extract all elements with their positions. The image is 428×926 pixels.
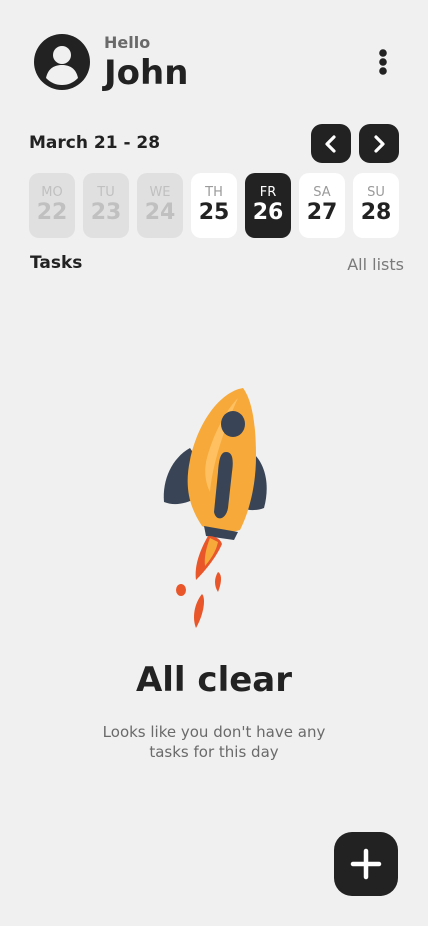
header: Hello John bbox=[33, 33, 395, 93]
day-tuesday[interactable]: TU 23 bbox=[83, 173, 129, 238]
day-name: SA bbox=[313, 185, 331, 200]
day-thursday[interactable]: TH 25 bbox=[191, 173, 237, 238]
plus-icon bbox=[350, 848, 382, 880]
previous-week-button[interactable] bbox=[311, 124, 351, 163]
day-date: 26 bbox=[252, 200, 284, 225]
day-name: SU bbox=[367, 185, 385, 200]
day-name: WE bbox=[149, 185, 171, 200]
empty-state-subtitle: Looks like you don't have any tasks for … bbox=[102, 723, 326, 761]
day-monday[interactable]: MO 22 bbox=[29, 173, 75, 238]
day-date: 24 bbox=[144, 200, 176, 225]
day-date: 27 bbox=[306, 200, 338, 225]
chevron-right-icon bbox=[374, 134, 385, 153]
rocket-icon bbox=[163, 388, 267, 628]
day-friday[interactable]: FR 26 bbox=[245, 173, 291, 238]
next-week-button[interactable] bbox=[359, 124, 399, 163]
tasks-heading: Tasks bbox=[30, 253, 83, 273]
more-vertical-icon[interactable] bbox=[371, 47, 395, 77]
day-date: 25 bbox=[198, 200, 230, 225]
day-name: TU bbox=[97, 185, 115, 200]
chevron-left-icon bbox=[325, 134, 336, 153]
day-date: 28 bbox=[360, 200, 392, 225]
all-lists-link[interactable]: All lists bbox=[347, 255, 404, 274]
empty-state-title: All clear bbox=[135, 660, 293, 700]
date-range-label: March 21 - 28 bbox=[29, 133, 161, 153]
day-date: 23 bbox=[90, 200, 122, 225]
day-sunday[interactable]: SU 28 bbox=[353, 173, 399, 238]
day-date: 22 bbox=[36, 200, 68, 225]
user-avatar-icon[interactable] bbox=[33, 33, 91, 91]
week-day-selector: MO 22 TU 23 WE 24 TH 25 FR 26 SA 27 SU 2… bbox=[29, 173, 399, 239]
day-name: FR bbox=[259, 185, 277, 200]
user-name: John bbox=[104, 53, 189, 93]
add-task-button[interactable] bbox=[334, 832, 398, 896]
day-saturday[interactable]: SA 27 bbox=[299, 173, 345, 238]
date-range-row: March 21 - 28 bbox=[29, 122, 399, 164]
day-name: TH bbox=[205, 185, 223, 200]
day-name: MO bbox=[41, 185, 63, 200]
greeting-text: Hello bbox=[104, 33, 151, 52]
day-wednesday[interactable]: WE 24 bbox=[137, 173, 183, 238]
